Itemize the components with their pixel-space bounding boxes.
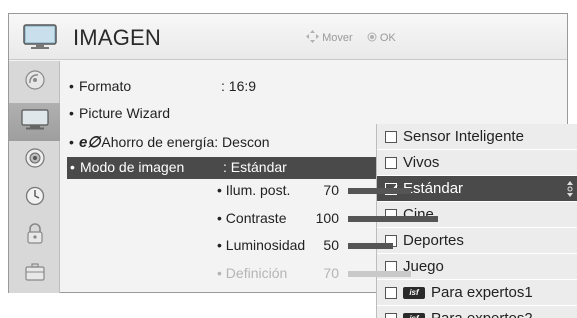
menu-title: IMAGEN bbox=[73, 25, 161, 50]
sub-setting-label: • Contraste bbox=[217, 210, 287, 226]
formato-label: Formato bbox=[79, 78, 132, 94]
sidebar-item-channels[interactable] bbox=[9, 63, 60, 101]
briefcase-icon bbox=[24, 262, 46, 287]
ok-button-icon bbox=[367, 32, 380, 44]
move-arrows-icon bbox=[306, 30, 322, 44]
ok-hint-label: OK bbox=[379, 32, 396, 44]
sidebar-item-picture[interactable] bbox=[9, 103, 60, 141]
ahorro-label: Ahorro de energía: Descon bbox=[101, 134, 270, 150]
checkbox-icon bbox=[385, 286, 397, 299]
clock-icon bbox=[24, 185, 46, 212]
sub-setting-level-bar[interactable] bbox=[348, 188, 411, 194]
menu-header: IMAGEN Mover OK bbox=[9, 14, 567, 60]
lock-icon bbox=[25, 222, 45, 251]
isf-logo-icon: isf bbox=[403, 312, 425, 318]
picture-mode-option-label: Para expertos2 bbox=[431, 310, 533, 318]
picture-menu-panel: IMAGEN Mover OK • Formato: 16:9 • Pictu… bbox=[8, 13, 577, 318]
sub-setting-label: • Definición bbox=[217, 265, 288, 281]
picture-mode-option-label: Vivos bbox=[403, 154, 440, 171]
modo-imagen-label: Modo de imagen bbox=[80, 159, 185, 175]
setting-picture-wizard[interactable]: • Picture Wizard bbox=[69, 105, 170, 121]
setting-ahorro-energia[interactable]: • e∅Ahorro de energía: Descon bbox=[69, 133, 270, 151]
tv-picture-icon bbox=[20, 108, 49, 136]
formato-value: : 16:9 bbox=[221, 78, 257, 94]
picture-mode-option[interactable]: isf Para expertos1 bbox=[377, 280, 577, 306]
sub-setting-level-bar[interactable] bbox=[348, 271, 411, 277]
tv-icon bbox=[23, 24, 57, 55]
sidebar-item-time[interactable] bbox=[9, 179, 60, 217]
isf-logo-icon: isf bbox=[403, 286, 425, 299]
checkbox-icon bbox=[385, 130, 397, 143]
checkbox-icon bbox=[385, 156, 397, 169]
sub-setting-level-bar[interactable] bbox=[348, 216, 438, 222]
sidebar-item-options[interactable] bbox=[9, 255, 60, 293]
checkbox-icon bbox=[385, 312, 397, 318]
scroll-arrows-icon bbox=[567, 181, 573, 201]
picture-wizard-label: Picture Wizard bbox=[79, 105, 171, 121]
sub-setting-value: 70 bbox=[323, 265, 339, 281]
navigation-hints: Mover OK bbox=[306, 30, 396, 44]
category-sidebar bbox=[9, 61, 60, 293]
picture-mode-option[interactable]: Vivos bbox=[377, 150, 577, 176]
picture-mode-option[interactable]: isf Para expertos2 bbox=[377, 306, 577, 318]
sub-setting-value: 100 bbox=[315, 210, 339, 226]
sidebar-item-audio[interactable] bbox=[9, 141, 60, 179]
picture-mode-option-label: Para expertos1 bbox=[431, 284, 533, 301]
picture-mode-option-label: Estándar bbox=[403, 180, 464, 197]
energy-saving-icon: e∅ bbox=[79, 134, 101, 151]
sub-setting-value: 70 bbox=[323, 182, 339, 198]
move-hint-label: Mover bbox=[322, 32, 353, 44]
modo-imagen-value: : Estándar bbox=[223, 159, 287, 175]
sub-setting-label: • Ilum. post. bbox=[217, 182, 291, 198]
picture-mode-option[interactable]: Deportes bbox=[377, 228, 577, 254]
sub-setting-level-bar[interactable] bbox=[348, 243, 393, 249]
picture-mode-option-label: Sensor Inteligente bbox=[403, 128, 524, 145]
speaker-icon bbox=[23, 146, 47, 175]
setting-formato[interactable]: • Formato bbox=[69, 78, 131, 94]
sub-setting-label: • Luminosidad bbox=[217, 237, 306, 253]
satellite-dish-icon bbox=[23, 68, 47, 97]
picture-mode-option[interactable]: Sensor Inteligente bbox=[377, 124, 577, 150]
setting-modo-imagen[interactable]: • Modo de imagen : Estándar bbox=[67, 157, 377, 179]
sub-setting-value: 50 bbox=[323, 237, 339, 253]
picture-mode-option[interactable]: Cine bbox=[377, 202, 577, 228]
picture-mode-option-label: Deportes bbox=[403, 232, 464, 249]
sidebar-item-lock[interactable] bbox=[9, 217, 60, 255]
